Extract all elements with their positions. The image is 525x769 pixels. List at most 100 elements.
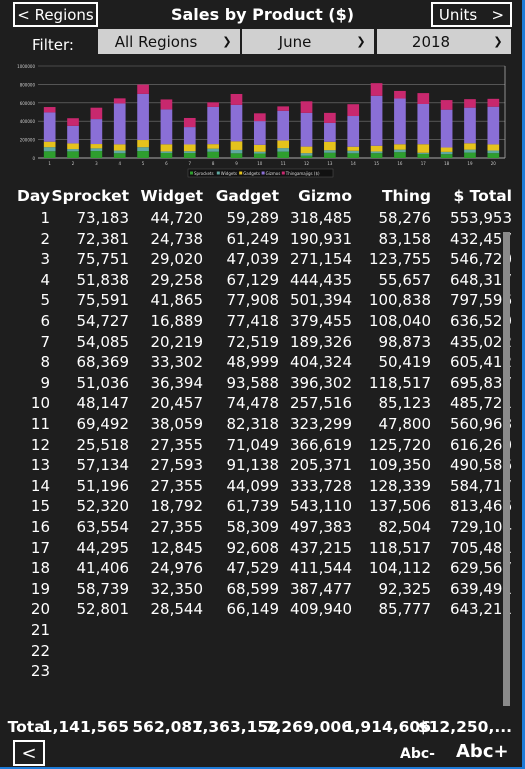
bar-segment-sprockets: [113, 153, 126, 158]
bar-segment-gadgets: [417, 144, 430, 153]
table-cell: 77,418: [226, 312, 280, 330]
table-cell: 52,320: [76, 497, 130, 516]
scrollbar[interactable]: [503, 232, 510, 706]
y-tick-label: 600000: [20, 101, 36, 106]
table-cell: 379,455: [289, 312, 352, 330]
table-cell: 47,529: [226, 559, 280, 578]
table-row: 4 51,838 29,258 67,129 444,435 55,657 648,317: [0, 271, 525, 291]
table-cell: 48,147: [76, 394, 130, 413]
column-header[interactable]: Widget: [140, 187, 203, 205]
bar-segment-sprockets: [324, 152, 336, 158]
bar-segment-gizmos: [394, 98, 406, 145]
bar-segment-gadgets: [137, 140, 149, 148]
bar-segment-gizmos: [487, 106, 500, 145]
bar-segment-gizmos: [160, 109, 173, 145]
table-cell: 501,394: [289, 291, 352, 310]
table-cell: 28,544: [150, 600, 204, 619]
table-cell: 190,931: [289, 229, 352, 248]
table-totals-row: Total 1,141,565 562,087 1,363,152 7,269,006 1…: [0, 718, 525, 738]
prev-button[interactable]: <: [13, 740, 45, 766]
table-cell: 109,350: [368, 456, 431, 475]
table-cell: 27,355: [150, 476, 204, 495]
column-header[interactable]: Gadget: [216, 187, 279, 205]
bar-segment-thingamajigs-: [347, 104, 360, 117]
table-cell: 27,355: [150, 518, 204, 536]
bar-segment-gizmos: [324, 122, 336, 142]
table-cell: 47,039: [226, 250, 280, 269]
bar-segment-thingamajigs-: [43, 107, 56, 113]
x-tick-label: 7: [189, 161, 192, 166]
x-tick-label: 2: [72, 161, 75, 166]
font-smaller-button[interactable]: Abc-: [400, 746, 435, 762]
units-next-button[interactable]: Units >: [431, 2, 512, 27]
y-tick-label: 800000: [20, 82, 36, 87]
bar-segment-sprockets: [137, 151, 149, 158]
table-cell: 91,138: [226, 456, 280, 475]
column-header[interactable]: $ Total: [453, 187, 512, 205]
table-cell: 72,519: [226, 332, 280, 351]
column-header[interactable]: Sprocket: [51, 187, 129, 205]
column-header[interactable]: Thing: [382, 187, 431, 205]
bar-segment-thingamajigs-: [230, 93, 243, 105]
font-larger-button[interactable]: Abc+: [456, 741, 509, 762]
column-header[interactable]: Gizmo: [298, 187, 352, 205]
bar-segment-sprockets: [43, 151, 56, 158]
table-cell: 396,302: [289, 373, 352, 392]
bar-segment-gizmos: [43, 112, 56, 142]
table-cell: 411,544: [289, 559, 352, 578]
column-header[interactable]: 7,269,006: [265, 718, 352, 736]
bar-segment-sprockets: [417, 153, 430, 158]
bar-segment-thingamajigs-: [417, 93, 430, 104]
table-cell: 14: [30, 476, 50, 495]
table-cell: 100,838: [368, 291, 431, 310]
bar-segment-thingamajigs-: [90, 107, 103, 120]
bar-segment-gizmos: [464, 107, 476, 144]
bar-segment-gadgets: [183, 144, 196, 152]
bar-segment-gadgets: [300, 146, 313, 154]
bar-segment-gizmos: [137, 93, 149, 141]
table-cell: 93,588: [226, 373, 280, 392]
bar-segment-gadgets: [67, 143, 79, 150]
column-header[interactable]: $12,250,...: [418, 718, 512, 736]
year-select[interactable]: 2018 ❯: [377, 29, 511, 54]
table-cell: 125,720: [368, 435, 431, 454]
table-cell: 58,276: [378, 209, 432, 227]
legend-label: Thingamajigs ($): [285, 171, 320, 176]
table-cell: 71,049: [226, 435, 280, 454]
bar-segment-widgets: [160, 151, 173, 153]
bar-segment-gadgets: [347, 146, 360, 151]
table-cell: 318,485: [289, 209, 352, 227]
table-cell: 29,258: [150, 270, 204, 289]
bar-segment-thingamajigs-: [324, 112, 336, 123]
bar-segment-thingamajigs-: [137, 84, 149, 94]
table-cell: 66,149: [226, 600, 280, 619]
bar-segment-sprockets: [394, 152, 406, 158]
bar-segment-widgets: [487, 150, 500, 154]
month-select[interactable]: June ❯: [242, 29, 374, 54]
bar-segment-widgets: [67, 149, 79, 152]
x-tick-label: 20: [491, 161, 497, 166]
table-cell: 44,720: [150, 209, 204, 227]
bar-segment-widgets: [277, 148, 290, 152]
region-select[interactable]: All Regions ❯: [98, 29, 240, 54]
chevron-down-icon: ❯: [222, 35, 232, 48]
table-cell: 8: [40, 353, 50, 372]
bar-segment-sprockets: [207, 151, 219, 158]
table-row: 15 52,320 18,792 61,739 543,110 137,506 813,46…: [0, 497, 525, 517]
bar-segment-thingamajigs-: [464, 99, 476, 108]
bar-segment-thingamajigs-: [113, 98, 126, 104]
sales-chart: 020000040000060000080000010000001 2 3 4 5 6 7 8…: [17, 64, 506, 178]
month-value: June: [278, 32, 312, 51]
table-row: 13 57,134 27,593 91,138 205,371 109,350 490,58…: [0, 456, 525, 476]
table-cell: 3: [40, 250, 50, 269]
bar-segment-gizmos: [230, 104, 243, 142]
table-row: 7 54,085 20,219 72,519 189,326 98,873 435,022: [0, 333, 525, 353]
filter-label: Filter:: [32, 36, 74, 54]
legend-label: Gizmos: [266, 171, 281, 176]
column-header[interactable]: Day: [17, 187, 50, 205]
column-header[interactable]: 1,141,565: [42, 718, 129, 736]
bar-segment-sprockets: [67, 151, 79, 158]
table-cell: 12,845: [150, 538, 204, 557]
table-row: 3 75,751 29,020 47,039 271,154 123,755 546,720: [0, 250, 525, 270]
table-cell: 24,738: [150, 229, 204, 248]
